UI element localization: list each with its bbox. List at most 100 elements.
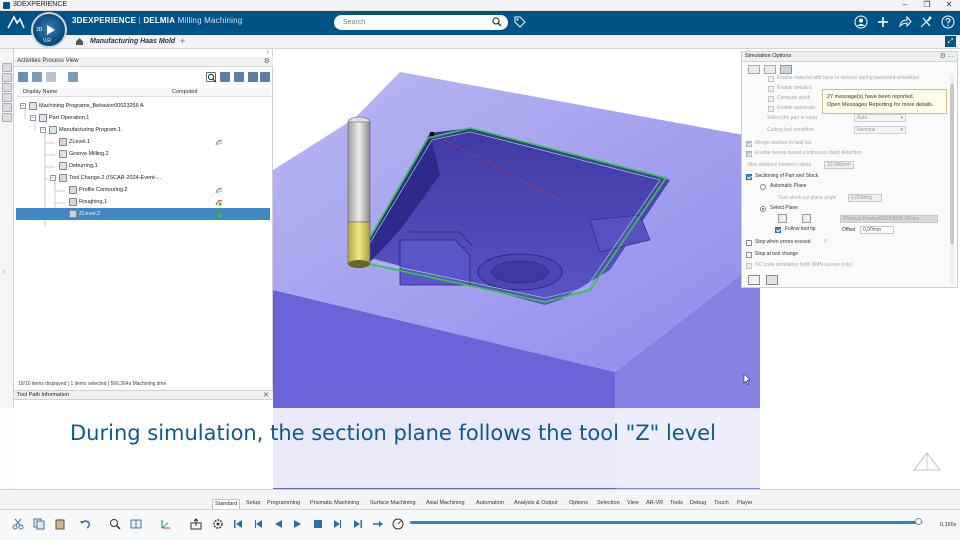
tab-tools[interactable]: Tools	[668, 499, 685, 509]
tree-filter-mode-icon[interactable]	[68, 72, 78, 82]
expand-corner-icon[interactable]: ⤢	[945, 36, 956, 47]
play-forward-icon[interactable]	[292, 518, 304, 530]
play-backward-icon[interactable]	[272, 518, 284, 530]
stop-tool-change-checkbox[interactable]	[746, 252, 752, 258]
tab-display-icon[interactable]	[764, 65, 776, 74]
tag-icon[interactable]	[514, 16, 526, 28]
search-input[interactable]	[343, 17, 483, 28]
simulation-progress-slider[interactable]	[410, 518, 924, 525]
tab-programming[interactable]: Programming	[265, 499, 302, 509]
tab-ar-vr[interactable]: AR-VR	[644, 499, 665, 509]
panel-settings-icon[interactable]: ⚙	[264, 57, 270, 65]
skip-start-icon[interactable]	[232, 518, 244, 530]
home-icon[interactable]	[75, 37, 84, 46]
tree-filter-icon[interactable]	[220, 72, 230, 82]
minimize-button[interactable]: –	[894, 0, 916, 10]
tab-options[interactable]: Options	[567, 499, 590, 509]
max-distance-field[interactable]: 10,000mm	[824, 161, 854, 169]
strip-list-icon[interactable]	[2, 103, 12, 112]
search-box[interactable]	[334, 15, 508, 30]
merge-clashes-checkbox[interactable]	[746, 141, 752, 147]
strip-params-icon[interactable]	[2, 83, 12, 92]
offset-field[interactable]: 0,00mm	[860, 226, 894, 234]
tab-axial-machining[interactable]: Axial Machining	[424, 499, 467, 509]
strip-panel-icon[interactable]	[2, 113, 12, 122]
column-computed[interactable]: Computed	[172, 89, 197, 95]
skip-end-icon[interactable]	[352, 518, 364, 530]
tools-icon[interactable]	[919, 15, 933, 29]
more-icon[interactable]: …	[947, 52, 954, 59]
zoom-icon[interactable]	[109, 518, 121, 530]
column-display-name[interactable]: Display Name	[23, 89, 57, 95]
sweep-clash-checkbox[interactable]	[746, 151, 752, 157]
select-plane-radio[interactable]	[760, 206, 766, 212]
tree-sort-icon[interactable]	[234, 72, 244, 82]
compute-stock-checkbox[interactable]	[768, 96, 774, 102]
jump-icon[interactable]	[372, 518, 384, 530]
step-back-icon[interactable]	[252, 518, 264, 530]
enable-automatic-checkbox[interactable]	[768, 106, 774, 112]
panel-collapse-icon[interactable]: ‹	[267, 49, 269, 56]
tab-analysis-output[interactable]: Analysis & Output	[512, 499, 560, 509]
tree-structure-icon[interactable]	[32, 72, 42, 82]
axis-icon[interactable]	[160, 518, 172, 530]
share-icon[interactable]	[898, 15, 912, 29]
dassault-logo-icon[interactable]	[6, 15, 25, 31]
compass-widget[interactable]: 3D V,R	[31, 12, 67, 48]
tree-search-icon[interactable]	[206, 72, 217, 83]
tab-prismatic-machining[interactable]: Prismatic Machining	[308, 499, 361, 509]
edit-plane-icon[interactable]	[802, 214, 811, 223]
tree-export-icon[interactable]	[260, 72, 270, 82]
tab-touch[interactable]: Touch	[712, 499, 731, 509]
tree-row[interactable]: ZLevel.1	[17, 136, 270, 148]
follow-tool-tip-checkbox[interactable]	[775, 227, 781, 233]
book-icon[interactable]	[130, 518, 142, 530]
tab-standard[interactable]: Standard	[212, 499, 241, 509]
close-window-button[interactable]: ✕	[938, 0, 960, 10]
copy-icon[interactable]	[33, 518, 45, 530]
select-part-dropdown[interactable]: Auto	[854, 114, 906, 122]
tree-view-icon[interactable]	[18, 72, 28, 82]
undo-icon[interactable]	[79, 518, 91, 530]
gear-icon[interactable]: ⚙	[940, 52, 946, 60]
tree-row-selected[interactable]: ZLevel.2	[16, 208, 270, 220]
tree-row[interactable]: Deburring.1	[17, 160, 270, 172]
simulation-options-scrollbar[interactable]	[950, 74, 954, 284]
turn-stock-angle-field[interactable]: 0,000deg	[848, 194, 882, 202]
automatic-plane-radio[interactable]	[760, 184, 766, 190]
stop-icon[interactable]	[312, 518, 324, 530]
search-icon[interactable]	[492, 17, 502, 27]
compass-play-icon[interactable]	[47, 25, 55, 35]
paste-icon[interactable]	[54, 518, 66, 530]
stop-errors-value[interactable]: 0	[824, 239, 827, 245]
tab-simulation-icon[interactable]	[780, 65, 792, 74]
message-list-icon[interactable]	[748, 275, 760, 285]
user-icon[interactable]	[854, 15, 868, 29]
collapse-toggle-icon[interactable]: −	[30, 115, 36, 121]
tree-row[interactable]: − Machining Programs_Behavior00023256 A	[17, 100, 270, 112]
tree-row[interactable]: − Manufacturing Program.1	[17, 124, 270, 136]
tab-view[interactable]: View	[625, 499, 641, 509]
help-icon[interactable]	[941, 15, 955, 29]
settings-gear-icon[interactable]	[212, 518, 224, 530]
strip-tree-icon[interactable]	[2, 63, 12, 72]
tree-copy-icon[interactable]	[46, 72, 56, 82]
report-icon[interactable]	[766, 275, 778, 285]
strip-resources-icon[interactable]	[2, 93, 12, 102]
nc-code-checkbox[interactable]	[746, 263, 752, 269]
speed-dial-icon[interactable]	[392, 518, 404, 530]
stop-errors-checkbox[interactable]	[746, 240, 752, 246]
step-forward-icon[interactable]	[332, 518, 344, 530]
view-cube-icon[interactable]	[910, 448, 944, 476]
tree-row[interactable]: − Part Operation.1	[17, 112, 270, 124]
pick-plane-icon[interactable]	[778, 214, 787, 223]
collapse-toggle-icon[interactable]: −	[50, 175, 56, 181]
tree-row[interactable]: − Tool Change.2 (ISCAR-2024-Event-...	[17, 172, 270, 184]
tab-selection[interactable]: Selection	[595, 499, 622, 509]
collapse-toggle-icon[interactable]: −	[20, 103, 26, 109]
enable-add-back-checkbox[interactable]	[768, 76, 774, 82]
strip-catalog-icon[interactable]	[2, 73, 12, 82]
tab-setup[interactable]: Setup	[244, 499, 262, 509]
tab-surface-machining[interactable]: Surface Machining	[368, 499, 418, 509]
cutting-tool-condition-dropdown[interactable]: Nominal	[854, 126, 906, 134]
